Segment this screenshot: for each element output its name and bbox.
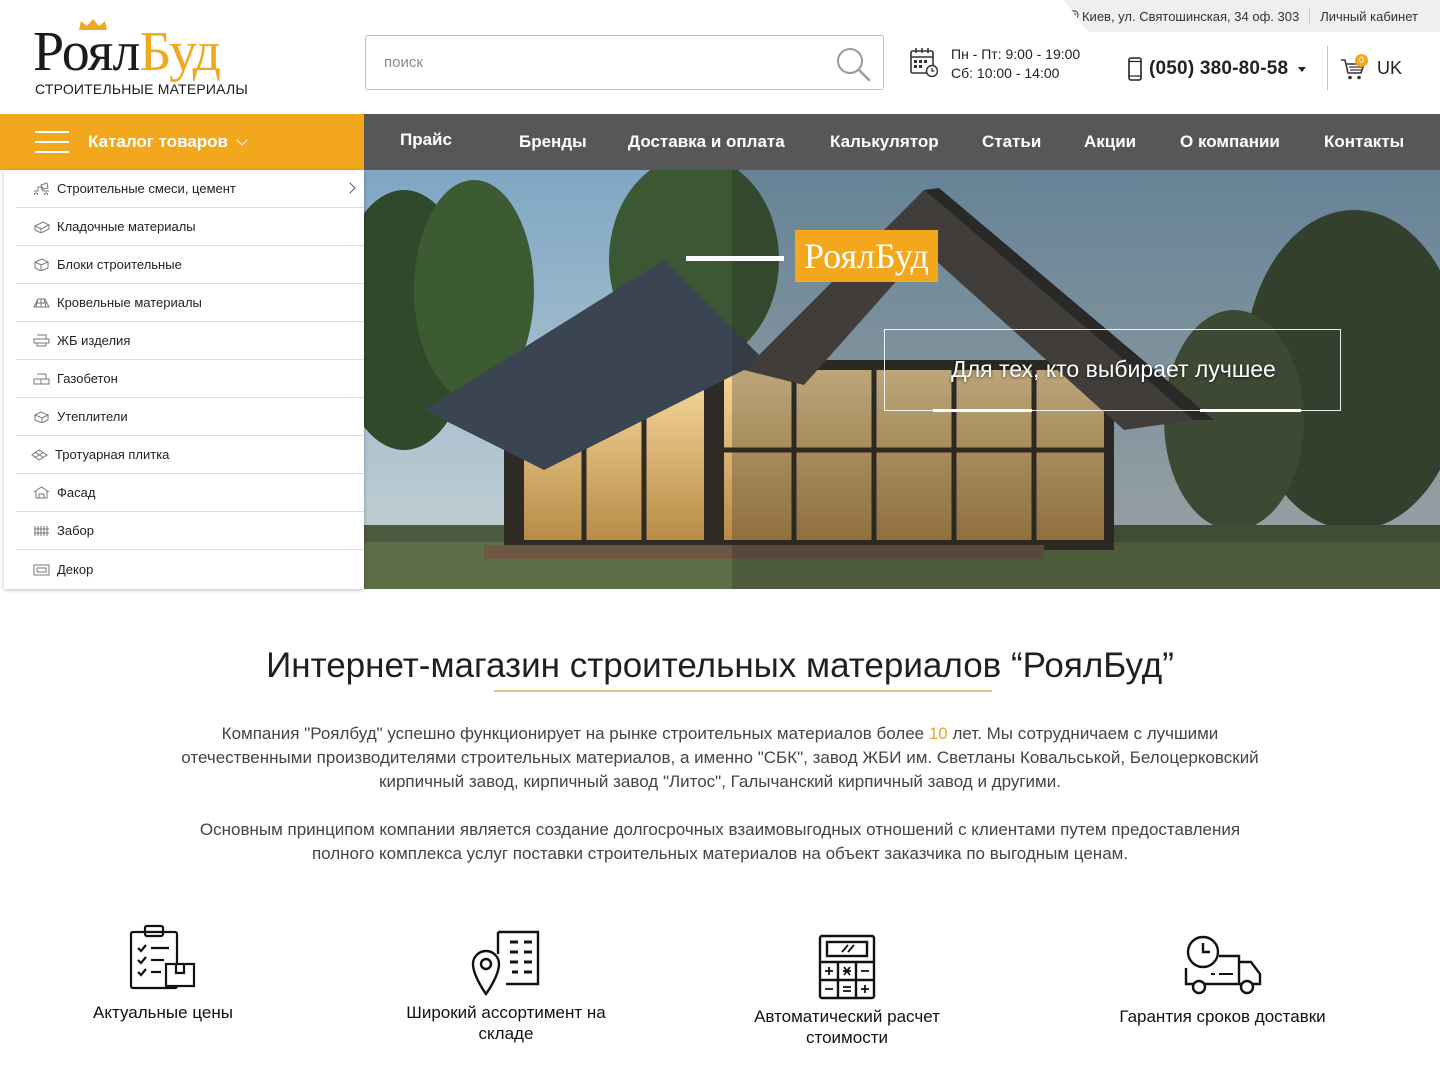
insulation-icon [33,411,50,423]
divider [1309,9,1311,23]
category-label: Забор [57,523,94,538]
calculator-icon [818,934,876,1000]
feature-label: Актуальные цены [93,1003,233,1022]
mobile-phone-icon [1128,57,1142,81]
catalog-sidebar: Строительные смеси, цемент Кладочные мат… [4,170,364,589]
feature-label: Автоматический расчет стоимости [754,1007,940,1047]
category-label: Декор [57,561,94,577]
phone-number: (050) 380-80-58 [1149,58,1289,79]
hamburger-icon [35,131,69,153]
nav-item-contacts[interactable]: Контакты [1324,114,1404,170]
category-item-aerated-concrete[interactable]: Газобетон [16,360,364,398]
category-label: Фасад [57,485,96,500]
catalog-button-label: Каталог товаров [88,132,228,151]
nav-item-price[interactable]: Прайс [400,112,452,168]
phone-dropdown[interactable]: (050) 380-80-58 [1127,55,1307,83]
facade-icon [33,486,50,499]
hours-text: Пн - Пт: 9:00 - 19:00 Сб: 10:00 - 14:00 [951,45,1080,83]
search-input[interactable] [366,36,806,89]
category-item-blocks[interactable]: Блоки строительные [16,246,364,284]
category-label: Кладочные материалы [57,219,196,234]
logo-word-dark: Роял [33,21,140,83]
category-label: Тротуарная плитка [55,447,170,462]
about-paragraph-1: Компания "Роялбуд" успешно функционирует… [180,722,1260,794]
delivery-truck-icon [1184,935,1261,995]
cart-button[interactable]: 0 [1340,54,1368,82]
decor-icon [33,564,50,575]
about-title: Интернет-магазин строительных материалов… [266,646,1174,685]
category-label: Газобетон [57,371,118,386]
logo[interactable]: РоялБуд СТРОИТЕЛЬНЫЕ МАТЕРИАЛЫ [33,18,323,102]
title-underline [494,690,992,692]
about-years-highlight: 10 [928,724,948,743]
search-bar [365,35,884,90]
feature-prices: Актуальные цены [63,924,263,1022]
roof-icon [33,298,50,308]
hero-decor-line [1200,409,1301,412]
logo-wordmark: РоялБуд [33,21,221,83]
about-paragraph-2: Основным принципом компании является соз… [199,820,1241,863]
category-item-insulation[interactable]: Утеплители [16,398,364,436]
hero-banner[interactable]: РоялБуд Для тех, кто выбирает лучшее [364,170,1440,589]
bricks-icon [33,221,50,233]
category-item-masonry[interactable]: Кладочные материалы [16,208,364,246]
feature-label: Гарантия сроков доставки [1119,1007,1326,1026]
nav-item-about[interactable]: О компании [1180,114,1280,170]
location-pin-icon [1069,9,1079,23]
category-label: Утеплители [57,409,128,424]
category-label: Блоки строительные [57,257,182,272]
account-link[interactable]: Личный кабинет [1320,9,1418,24]
hero-decor-line [933,409,1032,412]
feature-assortment: Широкий ассортимент на складе [396,928,616,1044]
catalog-button[interactable]: Каталог товаров [0,114,364,170]
map-pin-building-icon [471,930,540,996]
category-label: Кровельные материалы [57,295,202,310]
main-nav: Прайс Бренды Доставка и оплата Калькулят… [364,114,1440,170]
logo-word-accent: Буд [139,21,221,83]
about-p1-start: Компания "Роялбуд" успешно функционирует… [221,724,929,743]
address-text: Киев, ул. Святошинская, 34 оф. 303 [1081,8,1300,24]
mixer-truck-icon [34,182,49,195]
nav-item-articles[interactable]: Статьи [982,114,1041,170]
feature-delivery: Гарантия сроков доставки [1100,934,1345,1026]
category-item-fence[interactable]: Забор [16,512,364,550]
fence-icon [34,526,49,536]
hours-weekdays: Пн - Пт: 9:00 - 19:00 [951,46,1081,62]
hero-brand-line [686,256,784,261]
feature-calculation: Автоматический расчет стоимости [737,934,957,1048]
hero-slogan-box: Для тех, кто выбирает лучшее [884,329,1341,411]
feature-label: Широкий ассортимент на складе [406,1003,606,1043]
language-switch[interactable]: UK [1377,58,1402,79]
nav-item-calculator[interactable]: Калькулятор [830,114,939,170]
concrete-slab-icon [33,334,50,347]
category-label: Строительные смеси, цемент [57,181,236,196]
nav-item-promotions[interactable]: Акции [1084,114,1136,170]
nav-item-brands[interactable]: Бренды [519,114,587,170]
top-strip: Киев, ул. Святошинская, 34 оф. 303 Личны… [1064,0,1440,32]
hero-brand: РоялБуд [795,230,938,282]
category-label: ЖБ изделия [57,333,131,348]
category-item-paving[interactable]: Тротуарная плитка [16,436,364,474]
divider [1327,46,1328,90]
logo-tagline: СТРОИТЕЛЬНЫЕ МАТЕРИАЛЫ [35,81,248,97]
chevron-down-icon [236,134,248,146]
category-item-concrete[interactable]: ЖБ изделия [16,322,364,360]
chevron-down-icon [1298,66,1307,72]
cart-count-badge: 0 [1355,54,1368,67]
paving-tile-icon [31,449,48,461]
calendar-clock-icon [910,48,938,77]
nav-item-delivery[interactable]: Доставка и оплата [628,114,785,170]
clipboard-checklist-icon [129,924,196,990]
search-icon[interactable] [835,46,871,82]
hero-slogan: Для тех, кто выбирает лучшее [951,356,1276,382]
chevron-right-icon [344,182,356,194]
category-item-decor[interactable]: Декор [16,550,364,588]
category-item-roofing[interactable]: Кровельные материалы [16,284,364,322]
address[interactable]: Киев, ул. Святошинская, 34 оф. 303 [1069,9,1299,24]
category-item-facade[interactable]: Фасад [16,474,364,512]
aerated-block-icon [33,373,50,385]
block-icon [33,258,50,271]
category-item-mixes[interactable]: Строительные смеси, цемент [16,170,364,208]
hours-saturday: Сб: 10:00 - 14:00 [951,65,1060,81]
